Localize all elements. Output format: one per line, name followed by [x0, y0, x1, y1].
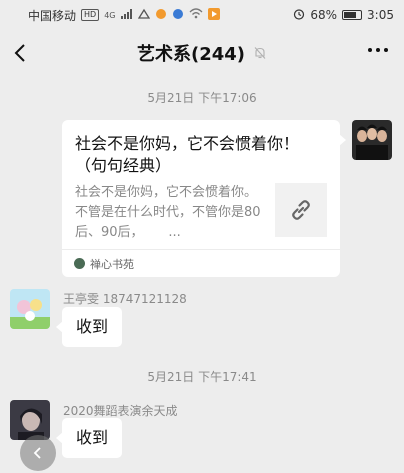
wifi-icon	[189, 8, 203, 22]
network-label: 4G	[104, 10, 116, 20]
sender-avatar[interactable]	[10, 400, 50, 440]
message-timestamp: 5月21日 下午17:41	[147, 370, 257, 384]
my-avatar[interactable]	[352, 120, 392, 160]
link-card-title: 社会不是你妈，它不会惯着你！（句句经典）	[75, 134, 300, 175]
sender-name: 2020舞蹈表演余天成	[63, 404, 178, 418]
battery-icon	[342, 10, 363, 20]
link-icon	[291, 200, 310, 220]
chevron-left-icon	[14, 44, 25, 62]
alarm-icon	[293, 8, 305, 23]
floating-back-button[interactable]	[20, 435, 56, 471]
source-logo-icon	[74, 258, 85, 269]
status-time: 3:05	[367, 8, 394, 22]
link-card-description: 社会不是你妈，它不会惯着你。 不管是在什么时代，不管你是80后、90后， ...	[75, 185, 261, 240]
sender-avatar[interactable]	[10, 289, 50, 329]
more-dot	[368, 48, 372, 52]
carrier-label: 中国移动	[28, 8, 77, 23]
link-thumbnail	[274, 183, 327, 237]
status-bar: 中国移动 HD 4G 68% 3:05	[0, 0, 404, 30]
video-app-icon	[207, 7, 220, 23]
message-bubble[interactable]: 收到	[55, 418, 123, 458]
message-bubble[interactable]: 收到	[55, 307, 123, 347]
more-dot	[376, 48, 380, 52]
link-card-source: 禅心书苑	[62, 249, 340, 277]
chat-title: 艺术系(244)	[136, 44, 246, 65]
back-button[interactable]	[10, 40, 34, 66]
chevron-left-icon	[33, 447, 41, 459]
more-options-button[interactable]	[368, 48, 388, 52]
more-dot	[384, 48, 388, 52]
mute-bell-icon	[254, 47, 266, 59]
chat-header: 艺术系(244)	[0, 30, 404, 76]
link-card-source-name: 禅心书苑	[90, 257, 134, 271]
link-card-message[interactable]: 社会不是你妈，它不会惯着你！（句句经典） 社会不是你妈，它不会惯着你。 不管是在…	[62, 120, 346, 277]
battery-percent: 68%	[310, 8, 338, 22]
app-icon	[172, 8, 184, 23]
message-timestamp: 5月21日 下午17:06	[147, 91, 257, 105]
signal-icon	[120, 8, 133, 22]
sender-name: 王亭雯 18747121128	[63, 292, 187, 306]
app-notification-icon	[137, 8, 150, 23]
hd-badge: HD	[81, 9, 100, 21]
taobao-icon	[155, 8, 167, 23]
